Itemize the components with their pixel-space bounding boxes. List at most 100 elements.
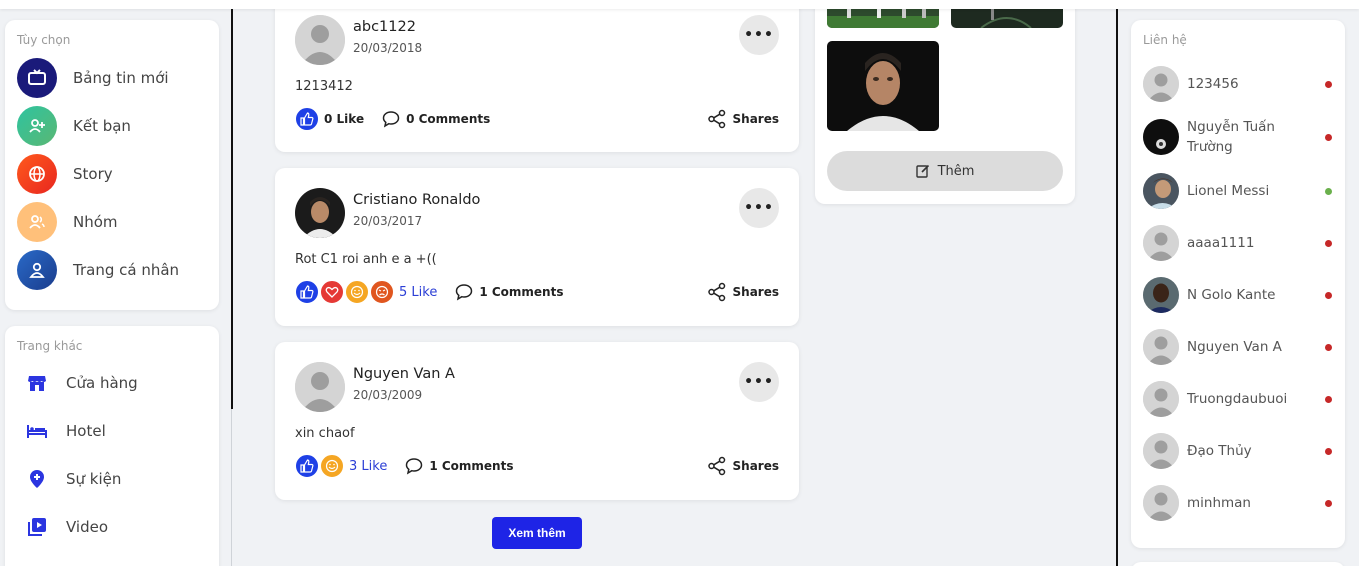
comments-button[interactable]: 1 Comments xyxy=(455,283,563,301)
options-card: Tùy chọn Bảng tin mới Kết bạn Story Nhóm… xyxy=(5,20,219,310)
bottom-card xyxy=(1131,562,1345,566)
avatar xyxy=(1143,485,1179,521)
store-icon xyxy=(25,371,49,395)
menu-add-friend[interactable]: Kết bạn xyxy=(17,104,213,148)
status-dot xyxy=(1325,187,1332,195)
avatar[interactable] xyxy=(295,362,345,412)
contact-item[interactable]: Đạo Thủy xyxy=(1143,431,1335,471)
avatar xyxy=(1143,381,1179,417)
contact-name: minhman xyxy=(1187,495,1251,511)
post-author[interactable]: abc1122 xyxy=(353,19,416,35)
avatar xyxy=(1143,66,1179,102)
post-options-button[interactable]: ••• xyxy=(739,188,779,228)
contact-name: Nguyen Van A xyxy=(1187,339,1282,355)
group-icon xyxy=(17,202,57,242)
like-icon xyxy=(295,454,319,478)
comment-icon xyxy=(382,111,400,128)
status-dot xyxy=(1325,499,1332,507)
contact-item[interactable]: N Golo Kante xyxy=(1143,275,1335,315)
comments-button[interactable]: 1 Comments xyxy=(405,457,513,475)
menu-story[interactable]: Story xyxy=(17,152,213,196)
post-card: Nguyen Van A 20/03/2009 ••• xin chaof 3 … xyxy=(275,342,799,500)
divider-left xyxy=(231,9,233,409)
photo-thumbnail[interactable] xyxy=(827,41,939,131)
comment-icon xyxy=(406,458,423,475)
post-date: 20/03/2018 xyxy=(353,41,423,55)
angry-icon xyxy=(370,280,394,304)
load-more-button[interactable]: Xem thêm xyxy=(492,517,582,549)
contact-name: Nguyễn Tuấn Trường xyxy=(1187,119,1275,155)
share-label: Shares xyxy=(732,459,779,473)
share-button[interactable]: Shares xyxy=(707,109,779,129)
post-author[interactable]: Cristiano Ronaldo xyxy=(353,192,480,208)
post-actions: 3 Like 1 Comments Shares xyxy=(295,452,779,480)
globe-icon xyxy=(17,154,57,194)
like-icon xyxy=(295,107,319,131)
menu-hotel-label: Hotel xyxy=(66,422,106,440)
more-photos-button[interactable]: Thêm xyxy=(827,151,1063,191)
avatar xyxy=(1143,277,1179,313)
menu-add-friend-label: Kết bạn xyxy=(73,117,131,135)
avatar xyxy=(1143,433,1179,469)
more-photos-label: Thêm xyxy=(937,163,975,179)
user-icon xyxy=(17,250,57,290)
share-icon xyxy=(707,456,725,476)
share-button[interactable]: Shares xyxy=(707,456,779,476)
status-dot xyxy=(1325,343,1332,351)
post-actions: 0 Like 0 Comments Shares xyxy=(295,105,779,133)
menu-events[interactable]: Sự kiện xyxy=(25,464,205,494)
post-date: 20/03/2009 xyxy=(353,388,423,402)
contact-item[interactable]: Lionel Messi xyxy=(1143,171,1335,211)
contact-item[interactable]: Truongdaubuoi xyxy=(1143,379,1335,419)
like-icon xyxy=(295,280,319,304)
post-card: Cristiano Ronaldo 20/03/2017 ••• Rot C1 … xyxy=(275,168,799,326)
status-dot xyxy=(1325,291,1332,299)
contact-name: 123456 xyxy=(1187,76,1239,92)
avatar xyxy=(1143,329,1179,365)
reaction-icons xyxy=(295,280,395,304)
like-count[interactable]: 0 Like xyxy=(324,112,364,126)
contact-item[interactable]: minhman xyxy=(1143,483,1335,523)
post-text: xin chaof xyxy=(295,426,355,441)
avatar[interactable] xyxy=(295,15,345,65)
contact-item[interactable]: Nguyễn Tuấn Trường xyxy=(1143,117,1335,157)
post-date: 20/03/2017 xyxy=(353,214,423,228)
contact-item[interactable]: aaaa1111 xyxy=(1143,223,1335,263)
contact-item[interactable]: 123456 xyxy=(1143,64,1335,104)
menu-video[interactable]: Video xyxy=(25,512,205,542)
menu-store[interactable]: Cửa hàng xyxy=(25,368,205,398)
share-button[interactable]: Shares xyxy=(707,282,779,302)
post-options-button[interactable]: ••• xyxy=(739,362,779,402)
other-pages-title: Trang khác xyxy=(17,339,83,353)
menu-profile[interactable]: Trang cá nhân xyxy=(17,248,213,292)
avatar[interactable] xyxy=(295,188,345,238)
post-text: 1213412 xyxy=(295,79,353,94)
divider-right xyxy=(1116,9,1118,566)
share-label: Shares xyxy=(732,112,779,126)
contact-item[interactable]: Nguyen Van A xyxy=(1143,327,1335,367)
comments-button[interactable]: 0 Comments xyxy=(382,110,490,128)
menu-hotel[interactable]: Hotel xyxy=(25,416,205,446)
avatar xyxy=(1143,225,1179,261)
divider-left-lower xyxy=(231,409,232,566)
location-plus-icon xyxy=(25,467,49,491)
avatar xyxy=(1143,173,1179,209)
avatar xyxy=(1143,119,1179,155)
add-friend-icon xyxy=(17,106,57,146)
other-pages-card: Trang khác Cửa hàng Hotel Sự kiện Video xyxy=(5,326,219,566)
post-options-button[interactable]: ••• xyxy=(739,15,779,55)
like-count[interactable]: 5 Like xyxy=(399,285,437,300)
contact-name: aaaa1111 xyxy=(1187,235,1255,251)
menu-news-feed[interactable]: Bảng tin mới xyxy=(17,56,213,100)
post-card: abc1122 20/03/2018 ••• 1213412 0 Like 0 … xyxy=(275,0,799,152)
menu-groups[interactable]: Nhóm xyxy=(17,200,213,244)
menu-video-label: Video xyxy=(66,518,109,536)
contact-name: Truongdaubuoi xyxy=(1187,391,1288,407)
post-author[interactable]: Nguyen Van A xyxy=(353,366,455,382)
like-count[interactable]: 3 Like xyxy=(349,459,387,474)
post-actions: 5 Like 1 Comments Shares xyxy=(295,278,779,306)
status-dot xyxy=(1325,395,1332,403)
tv-icon xyxy=(17,58,57,98)
options-title: Tùy chọn xyxy=(17,33,71,47)
bed-icon xyxy=(25,419,49,443)
